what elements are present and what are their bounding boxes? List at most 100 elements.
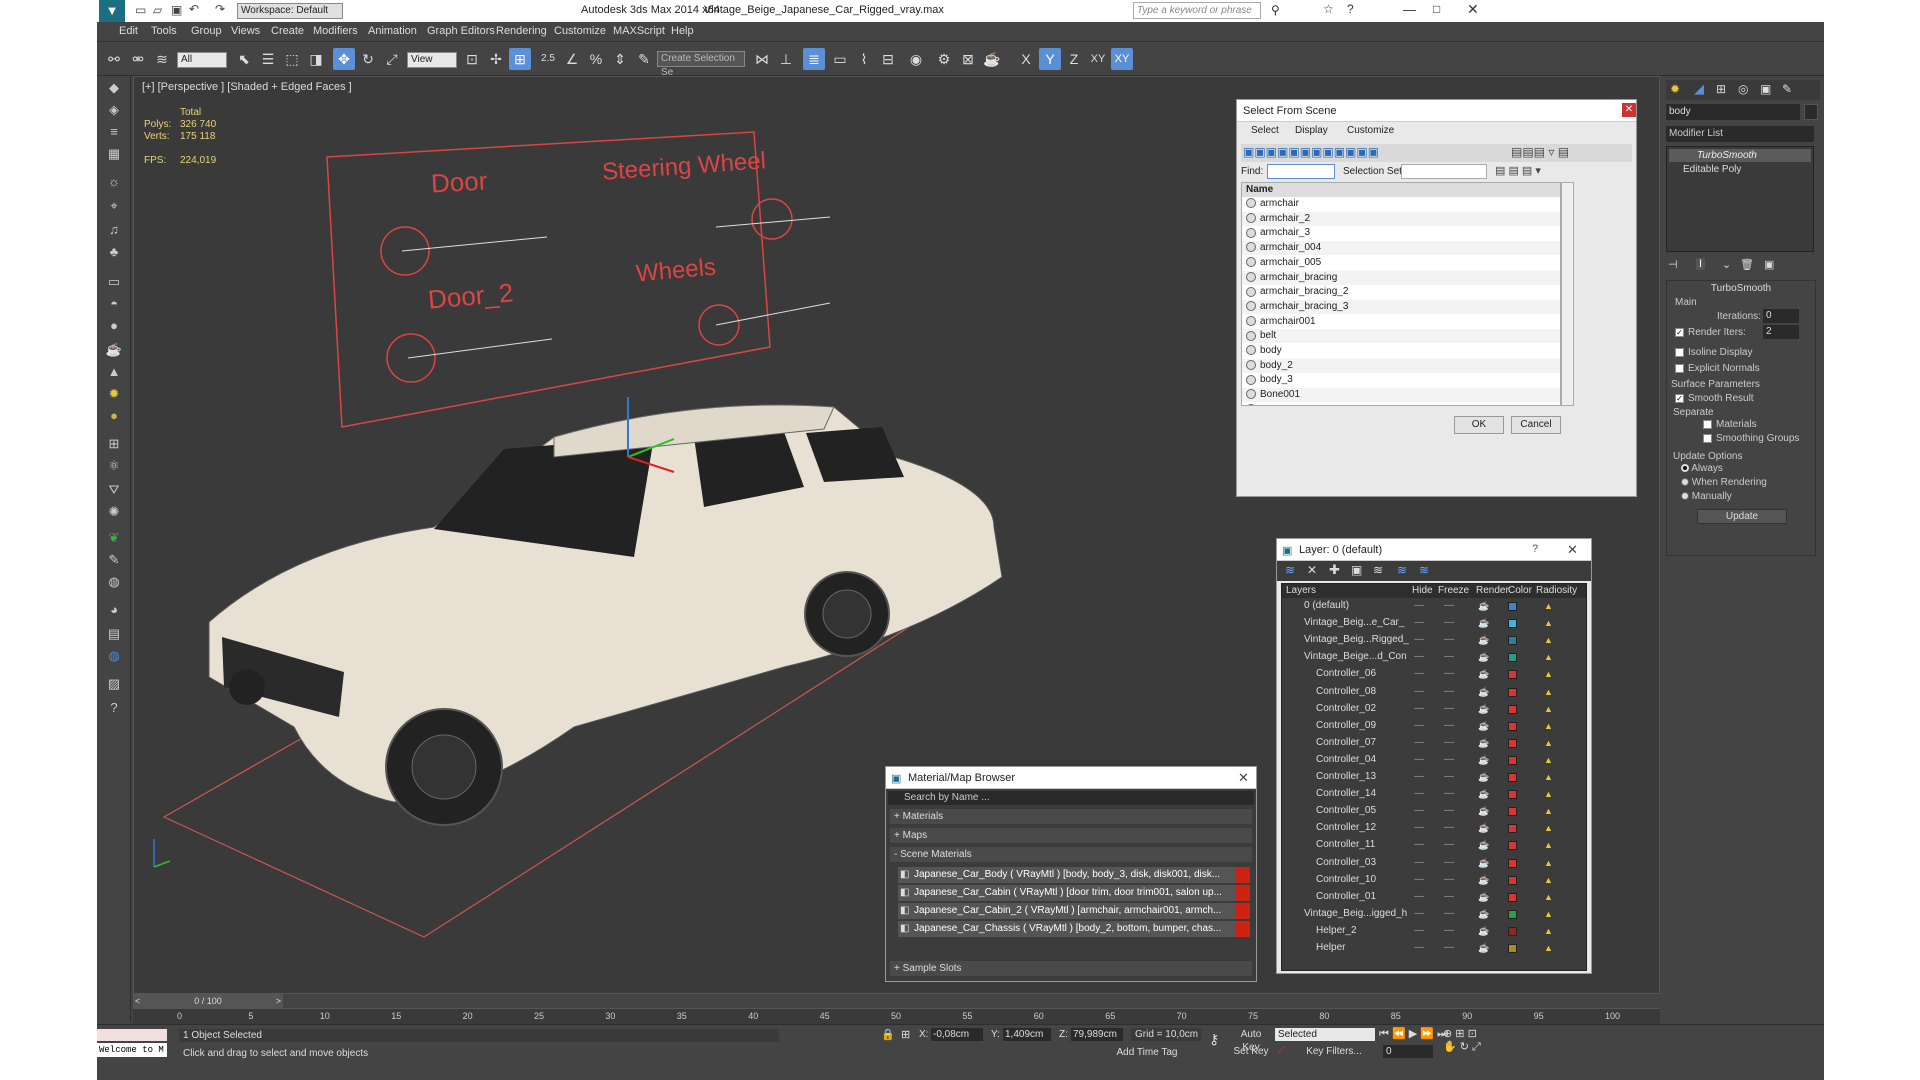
hide-toggle[interactable]: — xyxy=(1414,940,1424,956)
layer-row[interactable]: Controller_12 — — ☕ ▲ xyxy=(1282,820,1586,836)
list-item[interactable]: Bone002 xyxy=(1242,402,1560,405)
update-always-radio[interactable]: Always xyxy=(1681,463,1723,474)
hide-toggle[interactable]: — xyxy=(1414,701,1424,717)
menu-edit[interactable]: Edit xyxy=(119,25,138,37)
list-item[interactable]: armchair_005 xyxy=(1242,255,1560,270)
hide-toggle[interactable]: — xyxy=(1414,820,1424,836)
highlight-layer-icon[interactable]: ≋ xyxy=(1373,563,1383,577)
list-item[interactable]: body_3 xyxy=(1242,373,1560,388)
browser-close-button[interactable]: ✕ xyxy=(1238,770,1249,786)
col-color[interactable]: Color xyxy=(1508,584,1532,598)
configure-modifier-sets-icon[interactable]: ▣ xyxy=(1764,258,1774,271)
display-all-icon[interactable]: ▤▤▤ ▿ ▤ xyxy=(1511,145,1569,159)
hide-toggle[interactable]: — xyxy=(1414,872,1424,888)
freeze-toggle[interactable]: — xyxy=(1444,666,1454,682)
select-by-name-icon[interactable]: ☰ xyxy=(257,48,279,70)
menu-help[interactable]: Help xyxy=(671,25,694,37)
y-coord-field[interactable]: 1,409cm xyxy=(1003,1028,1051,1041)
radiosity-icon[interactable]: ▲ xyxy=(1544,735,1553,751)
dome-icon[interactable]: ◓ xyxy=(104,294,124,314)
hide-toggle[interactable]: — xyxy=(1414,786,1424,802)
render-teapot-icon[interactable]: ☕ xyxy=(1478,820,1489,836)
remove-modifier-icon[interactable]: 🗑 xyxy=(1740,258,1754,271)
layer-color-swatch[interactable] xyxy=(1508,687,1517,697)
zoom-all-icon[interactable]: ⊞ xyxy=(1455,1028,1464,1040)
hide-toggle[interactable]: — xyxy=(1414,735,1424,751)
render-teapot-icon[interactable]: ☕ xyxy=(1478,872,1489,888)
axis-xy-toggle-button[interactable]: XY xyxy=(1111,48,1133,70)
layer-row[interactable]: Controller_03 — — ☕ ▲ xyxy=(1282,855,1586,871)
radiosity-icon[interactable]: ▲ xyxy=(1544,786,1553,802)
sun-icon[interactable]: ✹ xyxy=(104,384,124,404)
help-search-input[interactable]: Type a keyword or phrase xyxy=(1133,2,1261,19)
render-icon[interactable]: ▨ xyxy=(104,674,124,694)
menu-tools[interactable]: Tools xyxy=(151,25,177,37)
menu-graph-editors[interactable]: Graph Editors xyxy=(427,25,495,37)
freeze-toggle[interactable]: — xyxy=(1444,718,1454,734)
ok-button[interactable]: OK xyxy=(1454,416,1504,434)
radiosity-icon[interactable]: ▲ xyxy=(1544,889,1553,905)
show-end-result-icon[interactable]: I xyxy=(1696,258,1706,270)
section-materials[interactable]: + Materials xyxy=(890,809,1252,824)
named-selection-sets-select[interactable]: Create Selection Se xyxy=(657,51,745,78)
abs-mode-icon[interactable]: ⊞ xyxy=(901,1028,910,1041)
rendered-frame-icon[interactable]: ⊠ xyxy=(957,48,979,70)
list-icon[interactable]: ≡ xyxy=(104,122,124,142)
select-icon[interactable]: ⌖ xyxy=(104,196,124,216)
layer-color-swatch[interactable] xyxy=(1508,755,1517,765)
align-icon[interactable]: ⊥ xyxy=(775,48,797,70)
create-tab-icon[interactable]: ✹ xyxy=(1670,82,1680,96)
layer-row[interactable]: Helper — — ☕ ▲ xyxy=(1282,940,1586,956)
render-teapot-icon[interactable]: ☕ xyxy=(1478,666,1489,682)
layer-row[interactable]: Controller_05 — — ☕ ▲ xyxy=(1282,803,1586,819)
list-item[interactable]: body xyxy=(1242,344,1560,358)
workspace-select[interactable]: Workspace: Default xyxy=(237,3,343,19)
freeze-toggle[interactable]: — xyxy=(1444,769,1454,785)
key-mode-select[interactable]: Selected xyxy=(1275,1028,1375,1041)
freeze-toggle[interactable]: — xyxy=(1444,786,1454,802)
zoom-extents-icon[interactable]: ⊡ xyxy=(1468,1028,1477,1040)
hide-toggle[interactable]: — xyxy=(1414,598,1424,614)
update-button[interactable]: Update xyxy=(1697,509,1787,524)
section-sample-slots[interactable]: + Sample Slots xyxy=(890,961,1252,976)
layer-color-swatch[interactable] xyxy=(1508,619,1517,629)
render-iters-checkbox[interactable]: ✓ Render Iters: xyxy=(1675,327,1746,338)
cone-icon[interactable]: ▲ xyxy=(104,362,124,382)
leaf-icon[interactable]: ❦ xyxy=(104,528,124,548)
freeze-toggle[interactable]: — xyxy=(1444,837,1454,853)
goto-start-icon[interactable]: ⏮ xyxy=(1379,1028,1389,1040)
x-coord-field[interactable]: -0,08cm xyxy=(931,1028,983,1041)
next-frame-icon[interactable]: > xyxy=(276,994,281,1008)
mirror-icon[interactable]: ⋈ xyxy=(751,48,773,70)
group-icon[interactable]: ♣ xyxy=(104,242,124,262)
current-frame-field[interactable]: 0 xyxy=(1383,1045,1433,1058)
radiosity-icon[interactable]: ▲ xyxy=(1544,820,1553,836)
scene-material-item[interactable]: ◧ Japanese_Car_Cabin_2 ( VRayMtl ) [armch… xyxy=(898,903,1250,919)
freeze-toggle[interactable]: — xyxy=(1444,649,1454,665)
world-icon[interactable]: ◍ xyxy=(104,646,124,666)
layer-row[interactable]: Controller_11 — — ☕ ▲ xyxy=(1282,837,1586,853)
help-icon[interactable]: ? xyxy=(1347,2,1354,16)
hide-toggle[interactable]: — xyxy=(1414,837,1424,853)
axis-y-button[interactable]: Y xyxy=(1039,48,1061,70)
list-item[interactable]: armchair_3 xyxy=(1242,226,1560,241)
list-item[interactable]: armchair_bracing_3 xyxy=(1242,299,1560,314)
selection-set-select[interactable] xyxy=(1401,164,1487,179)
find-input[interactable] xyxy=(1267,164,1335,179)
col-render[interactable]: Render xyxy=(1476,584,1509,598)
list-item[interactable]: armchair_004 xyxy=(1242,241,1560,256)
curve-editor-icon[interactable]: ⌇ xyxy=(853,48,875,70)
menu-animation[interactable]: Animation xyxy=(368,25,417,37)
menu-group[interactable]: Group xyxy=(191,25,222,37)
bind-spacewarp-icon[interactable]: ≋ xyxy=(151,48,173,70)
cancel-button[interactable]: Cancel xyxy=(1511,416,1561,434)
radiosity-icon[interactable]: ▲ xyxy=(1544,855,1553,871)
list-item[interactable]: armchair_2 xyxy=(1242,211,1560,226)
hide-toggle[interactable]: — xyxy=(1414,666,1424,682)
layer-row[interactable]: Controller_01 — — ☕ ▲ xyxy=(1282,889,1586,905)
radiosity-icon[interactable]: ▲ xyxy=(1544,632,1553,648)
z-coord-field[interactable]: 79,989cm xyxy=(1071,1028,1123,1041)
maximize-viewport-icon[interactable]: ⤢ xyxy=(1472,1041,1481,1053)
layer-color-swatch[interactable] xyxy=(1508,636,1517,646)
axis-z-button[interactable]: Z xyxy=(1063,48,1085,70)
